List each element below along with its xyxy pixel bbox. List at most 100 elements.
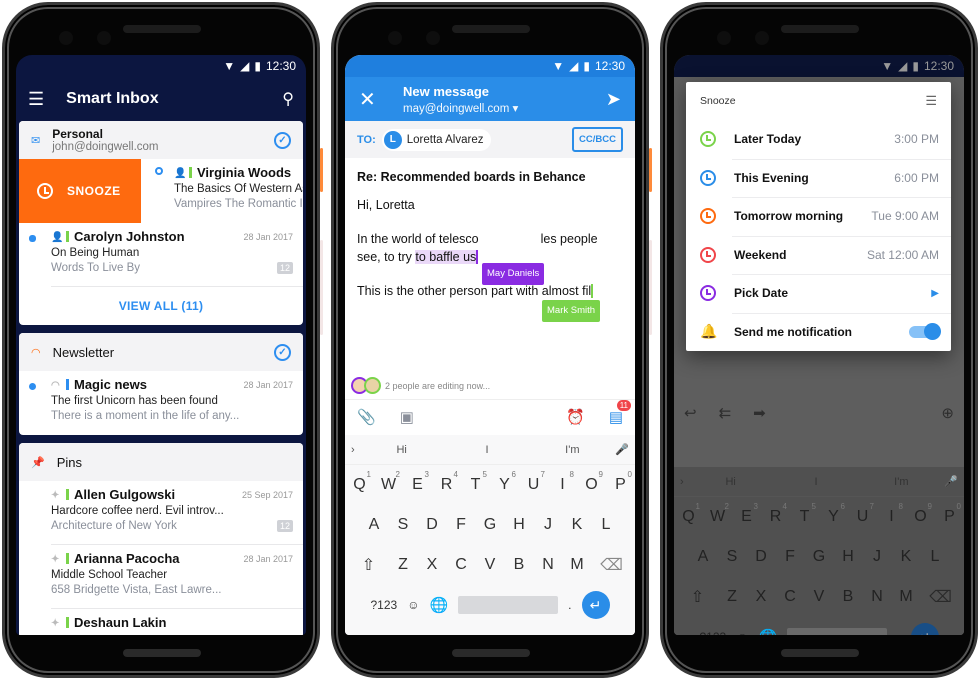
send-icon[interactable]: ➤ [606,89,621,110]
chevron-right-icon[interactable]: › [674,476,688,488]
key[interactable]: Z [389,556,418,574]
forward-icon[interactable]: ➡ [753,404,766,422]
snooze-option[interactable]: Weekend Sat 12:00 AM [686,235,951,275]
key[interactable]: D [418,516,447,534]
reply-icon[interactable]: ↩ [684,404,697,422]
check-circle-icon[interactable]: ✓ [274,343,291,361]
key[interactable]: P0 [935,502,964,526]
key[interactable]: J [863,548,892,566]
period-key[interactable]: . [568,598,571,612]
key[interactable]: K [563,516,592,534]
list-item[interactable]: 👤 Carolyn Johnston 28 Jan 2017 On Being Hu… [19,223,303,287]
list-item[interactable]: ✦ Deshaun Lakin [19,609,303,635]
key[interactable]: G [476,516,505,534]
key[interactable]: J [534,516,563,534]
shift-key[interactable]: ⇧ [349,555,389,575]
suggestion[interactable]: I [773,476,858,488]
symbols-key[interactable]: ?123 [371,598,398,612]
emoji-key[interactable]: ☺ [407,598,419,612]
key[interactable]: G [805,548,834,566]
key[interactable]: A [360,516,389,534]
key[interactable]: V [805,588,834,606]
key[interactable]: N [863,588,892,606]
mic-icon[interactable]: 🎤 [615,443,635,456]
period-key[interactable]: . [897,630,900,635]
key[interactable]: Y6 [819,502,848,526]
key[interactable]: Z [718,588,747,606]
key[interactable]: Y6 [490,470,519,494]
key[interactable]: F [447,516,476,534]
add-person-icon[interactable]: ⊕ [941,404,954,422]
key[interactable]: I8 [877,502,906,526]
reply-all-icon[interactable]: ⇇ [719,404,732,422]
list-item[interactable]: SNOOZE 👤 Virginia Woods The Basics Of Wes… [19,159,303,223]
key[interactable]: D [747,548,776,566]
backspace-key[interactable]: ⌫ [921,587,961,607]
shift-key[interactable]: ⇧ [678,587,718,607]
key[interactable]: B [505,556,534,574]
key[interactable]: Q1 [345,470,374,494]
key[interactable]: K [892,548,921,566]
key[interactable]: V [476,556,505,574]
suggestion[interactable]: I [444,444,529,456]
globe-icon[interactable]: 🌐 [429,596,448,614]
notification-toggle-row[interactable]: 🔔 Send me notification [686,312,951,352]
key[interactable]: H [505,516,534,534]
message-body[interactable]: Re: Recommended boards in Behance Hi, Lo… [345,158,635,322]
space-key[interactable] [458,596,559,614]
chat-icon[interactable]: ▤ 11 [609,399,631,426]
mic-icon[interactable]: 🎤 [944,475,964,488]
key[interactable]: O9 [906,502,935,526]
list-item[interactable]: ✦ Arianna Pacocha 28 Jan 2017 Middle Schoo… [19,545,303,609]
key[interactable]: X [418,556,447,574]
snooze-option[interactable]: Later Today 3:00 PM [686,120,951,159]
key[interactable]: U7 [519,470,548,494]
globe-icon[interactable]: 🌐 [758,628,777,635]
symbols-key[interactable]: ?123 [700,630,727,635]
snooze-swipe-action[interactable]: SNOOZE [19,159,141,223]
key[interactable]: B [834,588,863,606]
enter-key[interactable]: ↵ [910,623,939,635]
image-icon[interactable]: ▣ [400,408,414,426]
key[interactable]: Q1 [674,502,703,526]
close-icon[interactable]: ✕ [359,87,379,112]
key[interactable]: T5 [461,470,490,494]
key[interactable]: W2 [374,470,403,494]
key[interactable]: H [834,548,863,566]
key[interactable]: L [592,516,621,534]
suggestion[interactable]: Hi [688,476,773,488]
key[interactable]: M [892,588,921,606]
pins-header[interactable]: 📌 Pins [19,443,303,481]
key[interactable]: S [389,516,418,534]
snooze-option[interactable]: Tomorrow morning Tue 9:00 AM [686,197,951,236]
key[interactable]: O9 [577,470,606,494]
enter-key[interactable]: ↵ [581,591,610,619]
suggestion[interactable]: Hi [359,444,444,456]
recipient-chip[interactable]: L Loretta Alvarez [381,128,492,151]
key[interactable]: E3 [732,502,761,526]
key[interactable]: E3 [403,470,432,494]
search-icon[interactable]: ⚲ [282,89,294,109]
key[interactable]: T5 [790,502,819,526]
key[interactable]: R4 [432,470,461,494]
key[interactable]: R4 [761,502,790,526]
attachment-icon[interactable]: 📎 [357,408,376,426]
key[interactable]: A [689,548,718,566]
emoji-key[interactable]: ☺ [736,630,748,635]
list-item[interactable]: ✦ Allen Gulgowski 25 Sep 2017 Hardcore cof… [19,481,303,545]
newsletter-header[interactable]: ◠ Newsletter ✓ [19,333,303,371]
key[interactable]: I8 [548,470,577,494]
key[interactable]: U7 [848,502,877,526]
space-key[interactable] [787,628,888,635]
check-circle-icon[interactable]: ✓ [274,131,291,149]
snooze-option[interactable]: This Evening 6:00 PM [686,158,951,198]
alarm-icon[interactable]: ⏰ [566,408,585,426]
cc-bcc-button[interactable]: CC/BCC [572,127,623,152]
key[interactable]: C [447,556,476,574]
view-all-button[interactable]: VIEW ALL (11) [19,287,303,325]
subject-field[interactable]: Re: Recommended boards in Behance [357,168,623,186]
snooze-option[interactable]: Pick Date ▶ [686,274,951,313]
key[interactable]: N [534,556,563,574]
suggestion[interactable]: I'm [859,476,944,488]
key[interactable]: X [747,588,776,606]
